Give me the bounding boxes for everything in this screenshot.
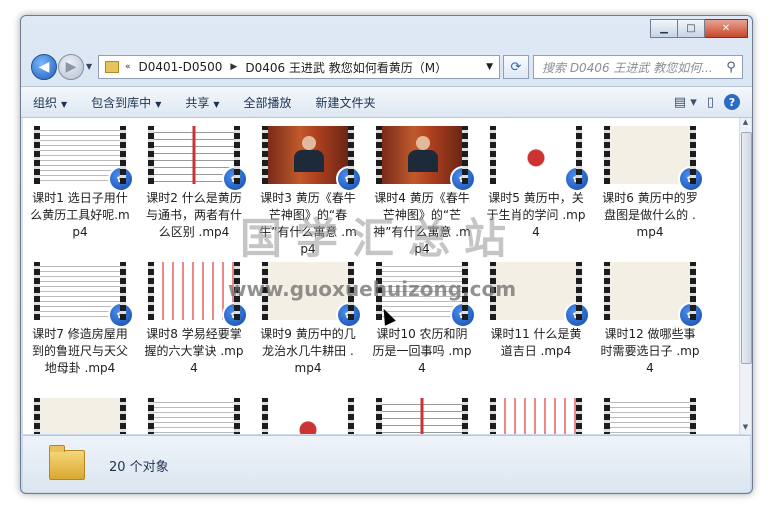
thumbnail-frame — [40, 398, 120, 434]
video-thumbnail[interactable]: ✿ — [148, 262, 248, 328]
chevron-down-icon: ▼ — [61, 99, 68, 109]
file-name[interactable]: 课时8 学易经要掌握的六大掌诀 .mp4 — [144, 326, 244, 377]
video-thumbnail[interactable]: ✿ — [376, 126, 476, 192]
video-thumbnail[interactable]: ✿ — [604, 262, 704, 328]
media-player-icon: ✿ — [450, 302, 476, 328]
video-thumbnail[interactable]: ✿ — [490, 126, 590, 192]
navigation-bar: ◀ ▶ ▼ « D0401-D0500 ▶ D0406 王进武 教您如何看黄历（… — [21, 50, 752, 84]
video-thumbnail[interactable]: ✿ — [34, 398, 126, 434]
media-player-icon: ✿ — [336, 302, 362, 328]
file-name[interactable]: 课时9 黄历中的几龙治水几牛耕田 .mp4 — [258, 326, 358, 377]
close-button[interactable]: ✕ — [705, 19, 748, 38]
file-item[interactable]: ✿ — [479, 398, 593, 434]
file-item[interactable]: ✿ 课时6 黄历中的罗盘图是做什么的 .mp4 — [593, 126, 707, 262]
media-player-icon: ✿ — [564, 166, 590, 192]
scroll-thumb[interactable] — [741, 132, 752, 364]
breadcrumb-segment[interactable]: D0401-D0500 — [133, 60, 229, 74]
chevron-down-icon: ▼ — [213, 99, 220, 109]
media-player-icon: ✿ — [108, 302, 134, 328]
media-player-icon: ✿ — [222, 302, 248, 328]
media-player-icon: ✿ — [564, 302, 590, 328]
details-pane: 20 个对象 — [23, 435, 750, 492]
thumbnail-frame — [268, 398, 348, 434]
chevron-right-icon[interactable]: ▶ — [228, 62, 239, 72]
scroll-down-icon[interactable]: ▼ — [740, 423, 751, 434]
folder-icon — [105, 61, 119, 73]
file-name[interactable]: 课时10 农历和阴历是一回事吗 .mp4 — [372, 326, 472, 377]
file-item[interactable]: ✿ 课时2 什么是黄历与通书，两者有什么区别 .mp4 — [137, 126, 251, 262]
recent-pages-dropdown-icon[interactable]: ▼ — [86, 62, 92, 71]
file-name[interactable]: 课时6 黄历中的罗盘图是做什么的 .mp4 — [600, 190, 700, 241]
file-item[interactable]: ✿ — [365, 398, 479, 434]
media-player-icon: ✿ — [450, 166, 476, 192]
file-item[interactable]: ✿ — [23, 398, 137, 434]
item-count: 20 个对象 — [109, 460, 169, 475]
organize-button[interactable]: 组织 ▼ — [21, 94, 79, 111]
search-icon[interactable]: ⚲ — [720, 60, 742, 75]
media-player-icon: ✿ — [336, 166, 362, 192]
preview-pane-icon[interactable]: ▯ — [707, 95, 714, 110]
address-dropdown-icon[interactable]: ▼ — [480, 62, 499, 72]
video-thumbnail[interactable]: ✿ — [262, 398, 354, 434]
file-item[interactable]: ✿ — [137, 398, 251, 434]
file-item[interactable]: ✿ 课时12 做哪些事时需要选日子 .mp4 — [593, 262, 707, 398]
play-all-button[interactable]: 全部播放 — [232, 94, 304, 111]
video-thumbnail[interactable]: ✿ — [34, 262, 134, 328]
file-name[interactable]: 课时2 什么是黄历与通书，两者有什么区别 .mp4 — [144, 190, 244, 241]
watermark-url: www.guoxuehuizong.com — [228, 277, 517, 301]
media-player-icon: ✿ — [678, 302, 704, 328]
refresh-button[interactable]: ⟳ — [503, 55, 529, 79]
video-thumbnail[interactable]: ✿ — [148, 398, 240, 434]
video-thumbnail[interactable]: ✿ — [34, 126, 134, 192]
include-in-library-button[interactable]: 包含到库中 ▼ — [79, 94, 173, 111]
thumbnail-frame — [154, 398, 234, 434]
forward-button[interactable]: ▶ — [58, 54, 84, 80]
new-folder-button[interactable]: 新建文件夹 — [304, 94, 388, 111]
caption-buttons: ▁ □ ✕ — [650, 19, 748, 38]
address-prefix[interactable]: « — [123, 62, 133, 72]
file-name[interactable]: 课时7 修造房屋用到的鲁班尺与天父地母卦 .mp4 — [30, 326, 130, 377]
video-thumbnail[interactable]: ✿ — [262, 126, 362, 192]
vertical-scrollbar[interactable]: ▲ ▼ — [739, 118, 752, 434]
file-item[interactable]: ✿ — [251, 398, 365, 434]
media-player-icon: ✿ — [222, 166, 248, 192]
video-thumbnail[interactable]: ✿ — [376, 398, 468, 434]
minimize-button[interactable]: ▁ — [650, 19, 678, 38]
file-list: ✿ 课时1 选日子用什么黄历工具好呢.mp4 ✿ 课时2 什么是黄历与通书，两者有什么… — [23, 118, 739, 434]
file-name[interactable]: 课时11 什么是黄道吉日 .mp4 — [486, 326, 586, 360]
file-name[interactable]: 课时12 做哪些事时需要选日子 .mp4 — [600, 326, 700, 377]
thumbnail-frame — [382, 398, 462, 434]
video-thumbnail[interactable]: ✿ — [604, 126, 704, 192]
thumbnail-frame — [610, 398, 690, 434]
watermark-text: 国学汇总站 — [240, 214, 521, 263]
search-input[interactable]: 搜索 D0406 王进武 教您如何... — [534, 59, 720, 76]
file-item[interactable]: ✿ — [593, 398, 707, 434]
file-item[interactable]: ✿ 课时1 选日子用什么黄历工具好呢.mp4 — [23, 126, 137, 262]
media-player-icon: ✿ — [108, 166, 134, 192]
breadcrumb-segment-current[interactable]: D0406 王进武 教您如何看黄历（M） — [239, 59, 453, 76]
video-thumbnail[interactable]: ✿ — [604, 398, 696, 434]
command-bar: 组织 ▼ 包含到库中 ▼ 共享 ▼ 全部播放 新建文件夹 ▤ ▾ ▯ ? — [21, 86, 752, 118]
help-icon[interactable]: ? — [724, 94, 740, 110]
chevron-down-icon: ▼ — [155, 99, 162, 109]
video-thumbnail[interactable]: ✿ — [148, 126, 248, 192]
video-thumbnail[interactable]: ✿ — [490, 398, 582, 434]
file-name[interactable]: 课时1 选日子用什么黄历工具好呢.mp4 — [30, 190, 130, 241]
search-box[interactable]: 搜索 D0406 王进武 教您如何... ⚲ — [533, 55, 743, 79]
file-item[interactable]: ✿ 课时7 修造房屋用到的鲁班尺与天父地母卦 .mp4 — [23, 262, 137, 398]
maximize-button[interactable]: □ — [678, 19, 705, 38]
thumbnail-frame — [496, 398, 576, 434]
scroll-up-icon[interactable]: ▲ — [740, 118, 751, 129]
share-button[interactable]: 共享 ▼ — [173, 94, 231, 111]
media-player-icon: ✿ — [678, 166, 704, 192]
folder-icon — [49, 445, 85, 480]
address-bar[interactable]: « D0401-D0500 ▶ D0406 王进武 教您如何看黄历（M） ▼ — [98, 55, 500, 79]
back-button[interactable]: ◀ — [31, 54, 57, 80]
view-options-icon[interactable]: ▤ ▾ — [674, 95, 697, 110]
